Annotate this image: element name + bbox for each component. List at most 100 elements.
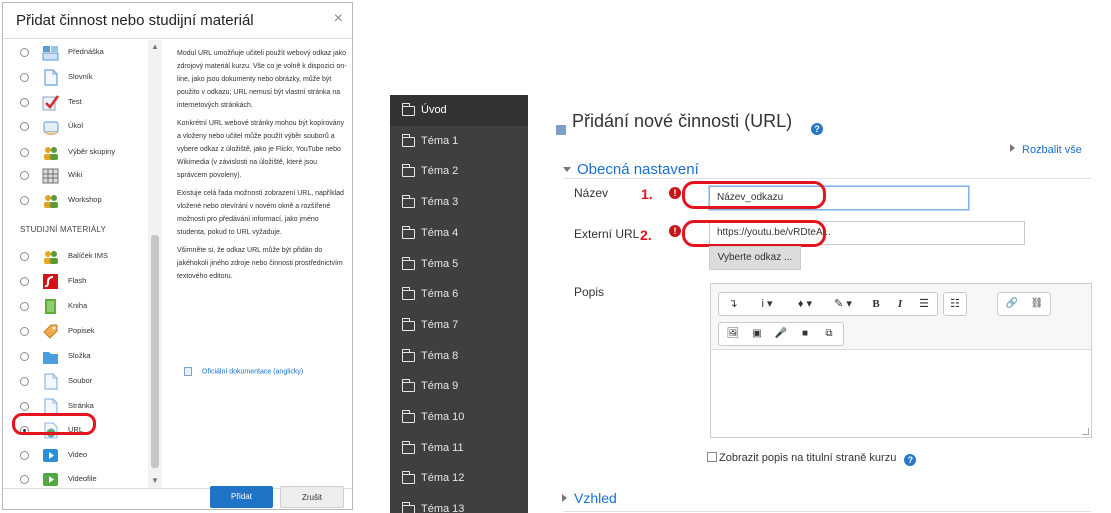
nav-item-t-ma-6[interactable]: Téma 6 — [390, 279, 528, 310]
select-link-button[interactable]: Vyberte odkaz ... — [709, 246, 801, 270]
nav-item-t-ma-4[interactable]: Téma 4 — [390, 218, 528, 249]
module-radio[interactable] — [20, 277, 29, 286]
help-icon[interactable]: ? — [904, 454, 917, 466]
video-record-icon[interactable]: ■ — [794, 325, 816, 343]
nav-item-t-ma-7[interactable]: Téma 7 — [390, 310, 528, 341]
image-icon[interactable]: 🖼 — [722, 325, 744, 343]
editor-toolbar: ↴ i ▾ ♦ ▾ ✎ ▾ B I ☰ ☷ 🔗 ⛓ 🖼 ▣ 🎤 ■ ⧉ — [711, 284, 1091, 350]
module-radio[interactable] — [20, 48, 29, 57]
module-radio[interactable] — [20, 148, 29, 157]
wiki-icon — [41, 166, 60, 185]
close-icon[interactable]: × — [334, 10, 343, 28]
module-radio[interactable] — [20, 73, 29, 82]
documentation-link[interactable]: Oficiální dokumentace (anglicky) — [184, 367, 303, 376]
quiz-icon — [41, 93, 60, 112]
folder-icon — [402, 133, 415, 147]
module-label: Popisek — [68, 326, 95, 335]
page-title-text: Přidání nové činnosti (URL) — [572, 111, 793, 131]
module-radio[interactable] — [20, 196, 29, 205]
toolbar-toggle-icon[interactable]: ↴ — [722, 295, 744, 313]
nav-item-t-ma-11[interactable]: Téma 11 — [390, 433, 528, 464]
nav-item-label: Téma 3 — [421, 196, 459, 209]
folder-icon — [402, 348, 415, 362]
module-option-popisek[interactable]: Popisek — [3, 320, 148, 344]
module-radio[interactable] — [20, 352, 29, 361]
color-dropdown-icon[interactable]: ♦ ▾ — [791, 295, 819, 313]
unlink-icon[interactable]: ⛓ — [1026, 295, 1048, 313]
module-option-flash[interactable]: Flash — [3, 270, 148, 294]
scrollbar-thumb[interactable] — [151, 235, 159, 468]
nav-item-label: Téma 9 — [421, 380, 459, 393]
caret-right-icon — [1010, 144, 1015, 152]
show-description-checkbox-row[interactable]: Zobrazit popis na titulní straně kurzu ? — [707, 452, 917, 466]
nav-item-t-ma-2[interactable]: Téma 2 — [390, 156, 528, 187]
name-highlight-annotation — [682, 181, 826, 209]
info-dropdown-icon[interactable]: i ▾ — [753, 295, 781, 313]
module-option-soubor[interactable]: Soubor — [3, 370, 148, 394]
help-icon[interactable]: ? — [811, 123, 823, 135]
module-option-slo-ka[interactable]: Složka — [3, 345, 148, 369]
nav-item-t-ma-8[interactable]: Téma 8 — [390, 341, 528, 372]
nav-item-t-ma-13[interactable]: Téma 13 — [390, 494, 528, 513]
bullet-list-icon[interactable]: ☰ — [913, 295, 935, 313]
scroll-down-icon[interactable]: ▼ — [151, 476, 159, 485]
module-radio[interactable] — [20, 475, 29, 484]
module-option-slovn-k[interactable]: Slovník — [3, 66, 148, 90]
nav-item-t-ma-3[interactable]: Téma 3 — [390, 187, 528, 218]
caret-right-icon — [562, 494, 567, 502]
nav-item-t-ma-10[interactable]: Téma 10 — [390, 402, 528, 433]
expand-all-link[interactable]: Rozbalit vše — [1010, 144, 1082, 156]
section-general-toggle[interactable]: Obecná nastavení — [563, 161, 699, 178]
microphone-icon[interactable]: 🎤 — [770, 325, 792, 343]
module-option--kol[interactable]: Úkol — [3, 115, 148, 139]
module-option-videofile[interactable]: Videofile — [3, 468, 148, 488]
nav-item-t-ma-9[interactable]: Téma 9 — [390, 371, 528, 402]
module-option-p-edn-ka[interactable]: Přednáška — [3, 41, 148, 65]
numbered-list-icon[interactable]: ☷ — [944, 295, 966, 313]
module-radio[interactable] — [20, 252, 29, 261]
page-title: Přidání nové činnosti (URL) — [553, 111, 792, 132]
module-radio[interactable] — [20, 122, 29, 131]
bold-icon[interactable]: B — [865, 295, 887, 313]
module-radio[interactable] — [20, 98, 29, 107]
module-option-v-b-r-skupiny[interactable]: Výběr skupiny — [3, 141, 148, 165]
nav-item-t-ma-5[interactable]: Téma 5 — [390, 249, 528, 280]
italic-icon[interactable]: I — [889, 295, 911, 313]
module-option-workshop[interactable]: Workshop — [3, 189, 148, 213]
module-radio[interactable] — [20, 377, 29, 386]
module-label: Přednáška — [68, 47, 104, 56]
module-radio[interactable] — [20, 451, 29, 460]
toolbar-group-format: ↴ i ▾ ♦ ▾ ✎ ▾ B I ☰ — [718, 292, 938, 316]
folder-icon — [402, 471, 415, 485]
module-radio[interactable] — [20, 402, 29, 411]
media-icon[interactable]: ▣ — [746, 325, 768, 343]
description-paragraph: Všimněte si, že odkaz URL může být přidá… — [177, 247, 343, 280]
nav-item-label: Téma 12 — [421, 472, 465, 485]
module-option-bal-ek-ims[interactable]: Balíček IMS — [3, 245, 148, 269]
module-option-kniha[interactable]: Kniha — [3, 295, 148, 319]
style-dropdown-icon[interactable]: ✎ ▾ — [829, 295, 857, 313]
manage-files-icon[interactable]: ⧉ — [818, 325, 840, 343]
show-description-checkbox[interactable] — [707, 452, 717, 462]
description-label: Popis — [574, 285, 605, 299]
add-button[interactable]: Přidat — [210, 486, 273, 508]
module-option-test[interactable]: Test — [3, 91, 148, 115]
nav-item--vod[interactable]: Úvod — [390, 95, 528, 126]
resize-handle[interactable] — [1082, 428, 1089, 435]
description-textarea[interactable] — [711, 350, 1091, 437]
module-option-wiki[interactable]: Wiki — [3, 164, 148, 188]
module-radio[interactable] — [20, 302, 29, 311]
module-radio[interactable] — [20, 327, 29, 336]
module-option-video[interactable]: Video — [3, 444, 148, 468]
nav-item-t-ma-1[interactable]: Téma 1 — [390, 126, 528, 157]
section-look-toggle[interactable]: Vzhled — [562, 490, 617, 506]
module-list-scrollbar[interactable]: ▲ ▼ — [148, 40, 162, 488]
nav-item-t-ma-12[interactable]: Téma 12 — [390, 463, 528, 494]
scroll-up-icon[interactable]: ▲ — [151, 42, 159, 51]
link-icon[interactable]: 🔗 — [1001, 295, 1023, 313]
cancel-button[interactable]: Zrušit — [280, 486, 344, 508]
name-label: Název — [574, 186, 609, 200]
nav-item-label: Téma 2 — [421, 165, 459, 178]
module-label: Složka — [68, 351, 91, 360]
module-radio[interactable] — [20, 171, 29, 180]
